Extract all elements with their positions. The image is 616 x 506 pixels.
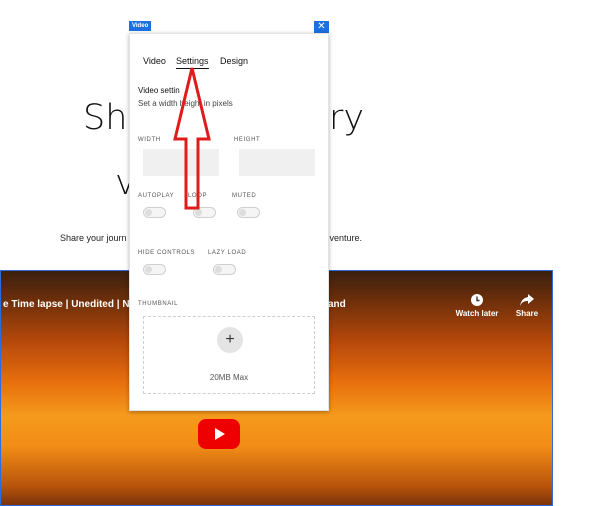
share-button[interactable]: Share bbox=[502, 293, 552, 318]
youtube-play-button[interactable] bbox=[198, 419, 240, 449]
width-label: WIDTH bbox=[138, 137, 161, 143]
annotation-arrow-icon bbox=[173, 67, 211, 210]
share-label: Share bbox=[515, 309, 539, 318]
plus-icon[interactable]: + bbox=[217, 327, 243, 353]
hide-controls-label: HIDE CONTROLS bbox=[138, 250, 196, 256]
watch-later-button[interactable]: Watch later bbox=[452, 293, 502, 318]
hide-controls-toggle[interactable] bbox=[143, 264, 166, 275]
video-title[interactable]: e Time lapse | Unedited | N bbox=[3, 299, 130, 310]
lazy-load-label: LAZY LOAD bbox=[208, 250, 247, 256]
panel-header: Video ✕ bbox=[129, 21, 329, 33]
height-label: HEIGHT bbox=[234, 137, 261, 143]
autoplay-toggle[interactable] bbox=[143, 207, 166, 218]
thumbnail-label: THUMBNAIL bbox=[138, 301, 179, 307]
clock-icon bbox=[471, 294, 483, 306]
close-button[interactable]: ✕ bbox=[314, 21, 329, 33]
video-settings-panel: Video Settings Design Video settin Set a… bbox=[129, 33, 329, 411]
video-title-right[interactable]: and bbox=[328, 299, 346, 310]
tab-design[interactable]: Design bbox=[220, 56, 248, 66]
thumbnail-max-size: 20MB Max bbox=[209, 373, 249, 382]
autoplay-label: AUTOPLAY bbox=[138, 193, 175, 199]
lazy-load-toggle[interactable] bbox=[213, 264, 236, 275]
panel-tag: Video bbox=[129, 21, 152, 31]
hero-heading-right: ry bbox=[329, 98, 365, 138]
hero-subtext-left: Share your journ bbox=[60, 233, 127, 243]
watch-later-label: Watch later bbox=[455, 309, 499, 318]
share-arrow-icon bbox=[520, 294, 534, 306]
height-field[interactable] bbox=[239, 149, 315, 176]
thumbnail-upload-area[interactable]: + 20MB Max bbox=[143, 316, 315, 394]
muted-toggle[interactable] bbox=[237, 207, 260, 218]
muted-label: MUTED bbox=[232, 193, 257, 199]
tab-video[interactable]: Video bbox=[143, 56, 166, 66]
